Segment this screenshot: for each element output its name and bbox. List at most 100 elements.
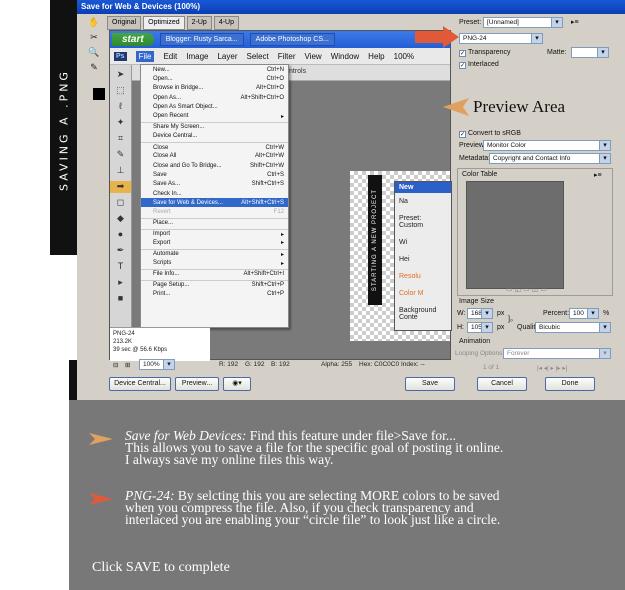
path-tool-icon[interactable]: ▸ (110, 277, 131, 289)
browser-icon: ◉▾ (232, 380, 242, 387)
tab-optimized[interactable]: Optimized (143, 16, 185, 30)
menu-edit[interactable]: Edit (163, 52, 177, 61)
file-menu-item[interactable]: New... Ctrl+N (141, 65, 288, 74)
menu-help[interactable]: Help (368, 52, 384, 61)
menu-file[interactable]: File (135, 50, 155, 62)
move-tool-icon[interactable]: ➤ (110, 69, 131, 81)
file-menu-item[interactable]: File Info... Alt+Shift+Ctrl+I (141, 269, 288, 278)
browser-select-button[interactable]: ◉▾ (223, 377, 251, 391)
file-menu-item[interactable]: Close Ctrl+W (141, 142, 288, 151)
file-menu-item[interactable]: Scripts ▸ (141, 258, 288, 267)
percent-input[interactable]: 100 (569, 308, 599, 319)
file-menu-item[interactable]: Save for Web & Devices... Alt+Shift+Ctrl+… (141, 198, 288, 208)
height-input[interactable]: 1050 (467, 322, 493, 333)
description-panel: Save for Web Devices: Find this feature … (69, 400, 625, 590)
file-menu-item[interactable]: Save As... Shift+Ctrl+S (141, 180, 288, 189)
menu-image[interactable]: Image (186, 52, 208, 61)
bucket-tool-icon[interactable]: ◆ (110, 213, 131, 225)
file-menu-item[interactable]: Open As... Alt+Shift+Ctrl+O (141, 93, 288, 102)
transparency-checkbox[interactable]: ✓ Transparency (459, 49, 511, 57)
file-menu-item[interactable]: Browse in Bridge... Alt+Ctrl+O (141, 84, 288, 93)
zoom-tool-icon[interactable]: 🔍 (87, 47, 101, 59)
convert-srgb-checkbox[interactable]: ✓ Convert to sRGB (459, 130, 521, 138)
color-table-tools-icon[interactable]: ▭ ◫ ▭ ◫ ▭ (506, 285, 547, 293)
quality-select[interactable]: Bicubic (535, 322, 611, 333)
menu-layer[interactable]: Layer (217, 52, 237, 61)
side-label-strip: SAVING A .PNG (50, 0, 77, 255)
device-central-button[interactable]: Device Central... (109, 377, 171, 391)
file-menu-item[interactable]: Place... (141, 218, 288, 227)
animation-controls-icon[interactable]: |◂ ◂| ▸ |▸ ▸| (537, 364, 567, 372)
file-menu-item[interactable]: Revert F12 (141, 207, 288, 216)
settings-menu-icon[interactable]: ▸≡ (571, 18, 579, 26)
menu-select[interactable]: Select (247, 52, 269, 61)
stamp-tool-icon[interactable]: ⊥ (110, 165, 131, 177)
file-menu-item[interactable]: Share My Screen... (141, 122, 288, 131)
tab-4up[interactable]: 4-Up (213, 16, 240, 30)
taskbar-item-blogger[interactable]: Blogger: Rusty Sarca... (159, 33, 244, 46)
eraser-tool-icon[interactable]: ◻ (110, 197, 131, 209)
eyedropper-color-swatch[interactable] (93, 88, 105, 100)
xp-taskbar: start Blogger: Rusty Sarca... Adobe Phot… (110, 31, 450, 48)
constrain-link-icon[interactable]: ]₀ (508, 316, 513, 323)
type-tool-icon[interactable]: T (110, 261, 131, 273)
zoom-minus-icon[interactable]: ⊟ (113, 361, 118, 369)
done-button[interactable]: Done (545, 377, 595, 391)
matte-select[interactable] (571, 47, 609, 58)
file-menu-item[interactable]: Print... Ctrl+P (141, 289, 288, 298)
file-menu-item[interactable]: Close and Go To Bridge... Shift+Ctrl+W (141, 161, 288, 170)
preview-status-bar: ⊟ ⊞ 100% R: 192 G: 192 B: 192 Alpha: 255… (109, 358, 451, 372)
dialog-row-preset: Preset: Custom (399, 215, 424, 229)
menu-view[interactable]: View (305, 52, 322, 61)
format-select[interactable]: PNG-24 (459, 33, 543, 44)
crop-tool-icon[interactable]: ⌗ (110, 133, 131, 145)
file-menu-item[interactable]: Save Ctrl+S (141, 170, 288, 179)
menu-filter[interactable]: Filter (278, 52, 296, 61)
g-value: G: 192 (245, 361, 265, 368)
file-menu-item[interactable]: Check In... (141, 189, 288, 198)
file-menu-item[interactable]: Open As Smart Object... (141, 102, 288, 111)
marquee-tool-icon[interactable]: ⬚ (110, 85, 131, 97)
color-table-menu-icon[interactable]: ▸≡ (594, 171, 602, 179)
wand-tool-icon[interactable]: ✦ (110, 117, 131, 129)
convert-srgb-label: Convert to sRGB (468, 130, 521, 137)
zoom-plus-icon[interactable]: ⊞ (125, 361, 130, 369)
preview-select[interactable]: Monitor Color (483, 140, 611, 151)
file-menu-item-shortcut: Alt+Ctrl+W (254, 153, 284, 160)
width-input[interactable]: 1680 (467, 308, 493, 319)
blur-tool-icon[interactable]: ● (110, 229, 131, 241)
looping-select[interactable]: Forever (503, 348, 611, 359)
file-menu-item[interactable]: Import ▸ (141, 229, 288, 238)
zoom-select[interactable]: 100% (139, 359, 175, 370)
file-menu-item[interactable]: Device Central... (141, 132, 288, 141)
interlaced-checkbox[interactable]: ✓ Interlaced (459, 61, 499, 69)
start-button[interactable]: start (112, 33, 154, 46)
info-size: 213.2K (113, 339, 133, 345)
file-menu-item[interactable]: Open Recent ▸ (141, 111, 288, 120)
file-menu-item[interactable]: Close All Alt+Ctrl+W (141, 152, 288, 161)
file-menu-item[interactable]: Automate ▸ (141, 249, 288, 258)
tab-2up[interactable]: 2-Up (186, 16, 212, 30)
tab-original[interactable]: Original (107, 16, 142, 30)
preview-button[interactable]: Preview... (175, 377, 219, 391)
pen-tool-icon[interactable]: ✒ (110, 245, 131, 257)
image-size-label: Image Size (459, 298, 495, 305)
cancel-button[interactable]: Cancel (477, 377, 527, 391)
eyedropper-icon[interactable]: ✎ (87, 62, 101, 74)
file-menu-item[interactable]: Export ▸ (141, 238, 288, 247)
brush-tool-icon[interactable]: ✎ (110, 149, 131, 161)
metadata-select[interactable]: Copyright and Contact Info (489, 153, 611, 164)
lasso-tool-icon[interactable]: ℓ (110, 101, 131, 113)
save-button[interactable]: Save (405, 377, 455, 391)
taskbar-item-photoshop[interactable]: Adobe Photoshop CS... (249, 33, 335, 46)
hand-tool-icon[interactable]: ✋ (87, 17, 101, 29)
slice-select-icon[interactable]: ✂ (87, 32, 101, 44)
dialog-row-height: Hei (399, 256, 410, 263)
file-menu-item[interactable]: Page Setup... Shift+Ctrl+P (141, 280, 288, 289)
sfw-description: Save for Web Devices: Find this feature … (125, 429, 503, 467)
shape-tool-icon[interactable]: ■ (110, 293, 131, 305)
preset-select[interactable]: [Unnamed] (483, 17, 563, 28)
file-menu-item[interactable]: Open... Ctrl+O (141, 74, 288, 83)
menu-window[interactable]: Window (331, 52, 359, 61)
zoom-level[interactable]: 100% (394, 52, 414, 61)
